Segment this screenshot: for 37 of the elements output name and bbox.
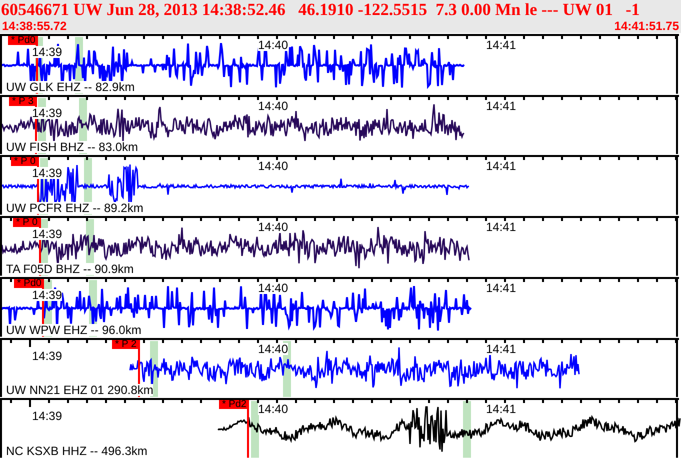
- time-label: 14:39: [32, 410, 62, 422]
- station-label: TA F05D BHZ -- 90.9km: [6, 262, 134, 275]
- station-label: UW FISH BHZ -- 83.0km: [6, 141, 138, 154]
- pick-flag[interactable]: * P 0: [11, 157, 38, 166]
- time-label: 14:41: [486, 39, 516, 51]
- time-label: 14:39: [32, 350, 62, 362]
- time-label: 14:41: [486, 282, 516, 294]
- station-label: UW WPW EHZ -- 96.0km: [6, 324, 142, 336]
- pick-flag[interactable]: * Pd0: [8, 36, 38, 45]
- station-label: UW GLK EHZ -- 82.9km: [6, 80, 135, 93]
- station-label: NC KSXB HHZ -- 496.3km: [6, 445, 148, 458]
- time-label: 14:40: [258, 100, 288, 112]
- time-label: 14:41: [486, 100, 516, 112]
- pick-flag[interactable]: * Pd0: [14, 278, 44, 288]
- time-label: 14:40: [258, 160, 288, 172]
- time-label: 14:39: [32, 46, 62, 58]
- time-label: 14:39: [32, 288, 62, 301]
- end-time: 14:41:51.75: [614, 20, 679, 33]
- time-label: 14:40: [258, 342, 288, 355]
- time-label: 14:40: [258, 403, 288, 416]
- start-time: 14:38:55.72: [2, 20, 67, 33]
- pick-flag[interactable]: * P 0: [13, 218, 40, 228]
- time-label: 14:41: [486, 342, 516, 355]
- time-label: 14:41: [486, 403, 516, 416]
- time-label: 14:39: [32, 106, 62, 119]
- pick-flag[interactable]: * Pd2: [219, 400, 250, 410]
- time-label: 14:40: [258, 39, 288, 51]
- time-label: 14:40: [258, 282, 288, 294]
- station-label: UW PCFR EHZ -- 89.2km: [6, 202, 144, 214]
- time-label: 14:41: [486, 160, 516, 172]
- time-label: 14:40: [258, 221, 288, 234]
- time-label: 14:39: [32, 228, 62, 240]
- station-label: UW NN21 EHZ 01 290.8km: [6, 384, 154, 396]
- marker-band: [463, 401, 471, 458]
- time-label: 14:39: [32, 167, 62, 180]
- event-summary: 60546671 UW Jun 28, 2013 14:38:52.46 46.1910 -122.5515 7.3 0.00 Mn le --- UW 01 -1: [0, 0, 640, 20]
- time-label: 14:41: [486, 221, 516, 234]
